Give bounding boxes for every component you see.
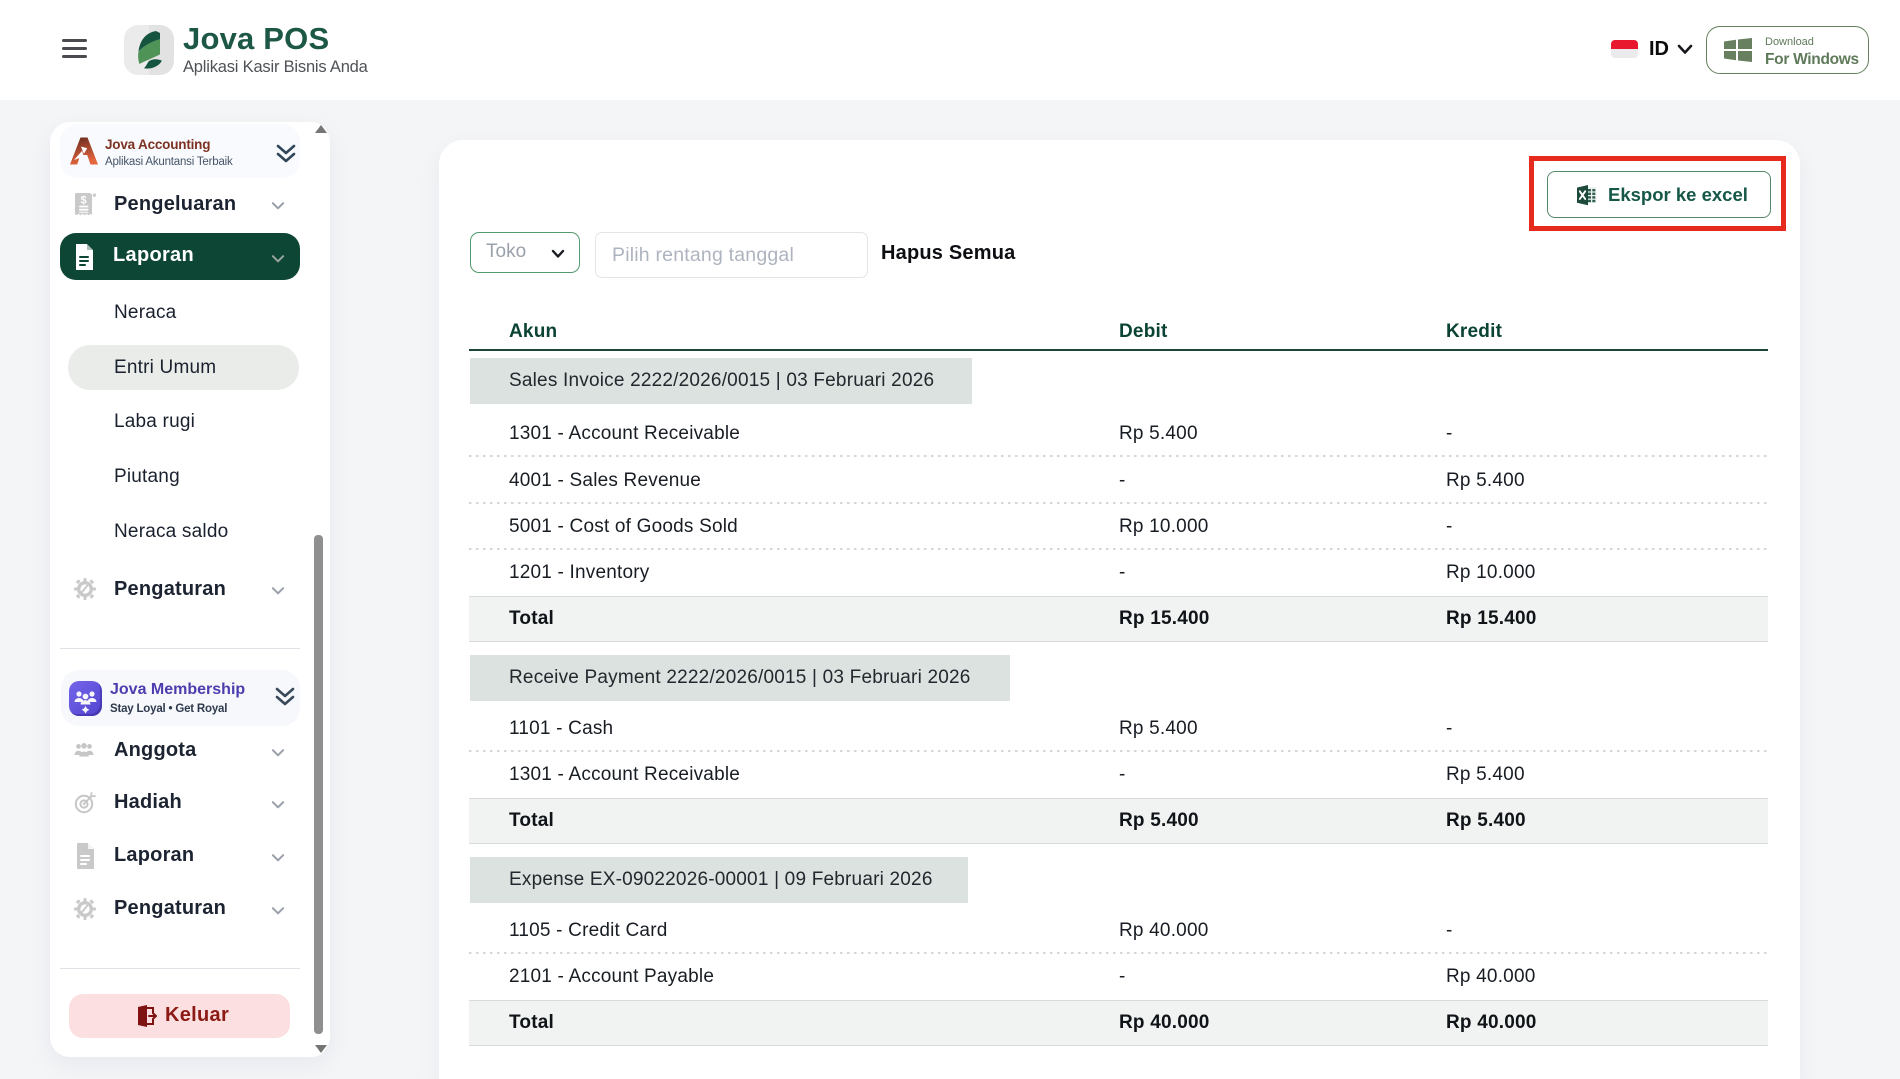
- svg-text:$: $: [80, 195, 86, 207]
